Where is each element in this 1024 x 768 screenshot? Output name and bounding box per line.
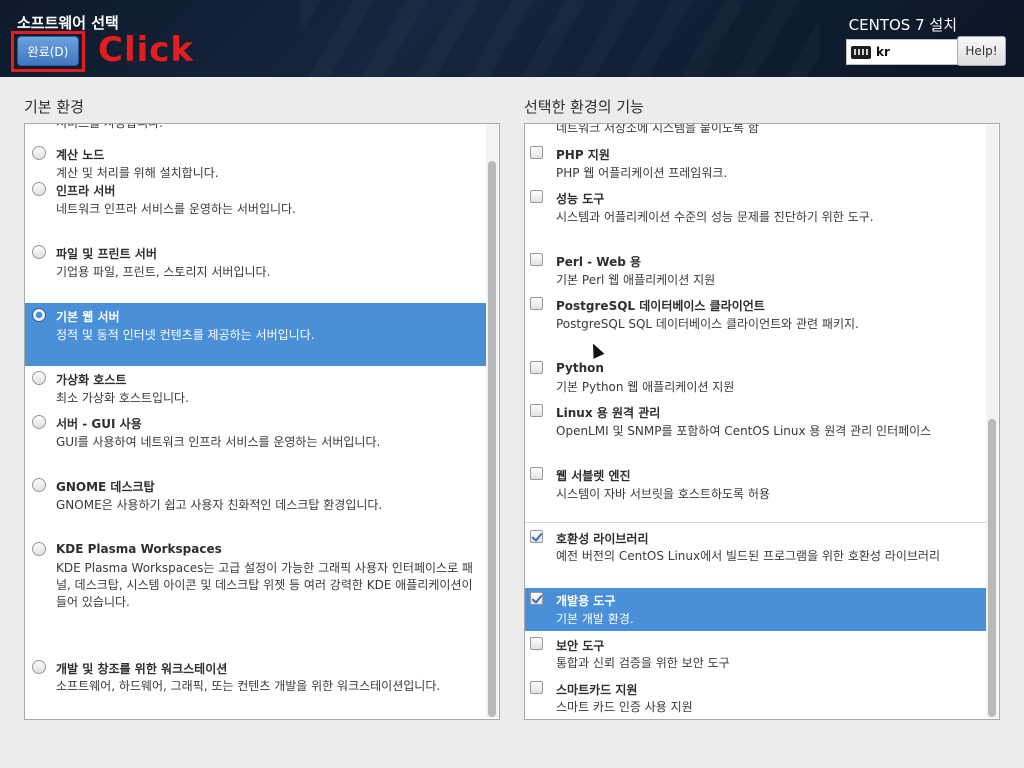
checkbox[interactable] <box>530 637 543 650</box>
radio-button[interactable] <box>32 415 46 429</box>
radio-button[interactable] <box>32 182 46 196</box>
addon-compat-libraries[interactable]: 호환성 라이브러리 예전 버전의 CentOS Linux에서 빌드된 프로그램… <box>525 528 987 588</box>
base-env-list[interactable]: 서비스를 사용합니다. 계산 노드 계산 및 처리를 위해 설치합니다. 인프라… <box>24 123 500 720</box>
env-item-infra-server[interactable]: 인프라 서버 네트워크 인프라 서비스를 운영하는 서버입니다. <box>25 180 487 243</box>
addon-dev-tools[interactable]: 개발용 도구 기본 개발 환경. <box>525 588 987 631</box>
radio-button[interactable] <box>32 542 46 556</box>
item-desc: 기본 개발 환경. <box>556 612 634 626</box>
item-desc: PHP 웹 어플리케이션 프레임워크. <box>556 166 728 180</box>
base-env-scrollbar[interactable] <box>486 125 498 718</box>
header-bar: 소프트웨어 선택 완료(D) Click CENTOS 7 설치 kr Help… <box>0 0 1024 77</box>
click-annotation: Click <box>98 30 195 70</box>
item-name: 파일 및 프린트 서버 <box>56 247 157 261</box>
item-name: 개발 및 창조를 위한 워크스테이션 <box>56 662 228 676</box>
addon-smartcard-support[interactable]: 스마트카드 지원 스마트 카드 인증 사용 지원 <box>525 680 987 719</box>
radio-button[interactable] <box>32 308 46 322</box>
item-name: 인프라 서버 <box>56 184 116 198</box>
item-desc: PostgreSQL SQL 데이터베이스 클라이언트와 관련 패키지. <box>556 317 859 331</box>
scrollbar-thumb[interactable] <box>488 161 496 717</box>
checkbox[interactable] <box>530 146 543 159</box>
item-desc: 시스템과 어플리케이션 수준의 성능 문제를 진단하기 위한 도구. <box>556 210 874 224</box>
env-item-file-print-server[interactable]: 파일 및 프린트 서버 기업용 파일, 프린트, 스토리지 서버입니다. <box>25 243 487 303</box>
addons-title: 선택한 환경의 기능 <box>524 98 644 116</box>
help-button[interactable]: Help! <box>957 36 1006 66</box>
checkbox[interactable] <box>530 404 543 417</box>
item-name: Python <box>556 361 604 375</box>
keyboard-layout-label: kr <box>876 45 890 59</box>
item-desc: 최소 가상화 호스트입니다. <box>56 391 189 405</box>
addons-list[interactable]: 네트워크 저장소에 시스템을 붙이도록 함 PHP 지원 PHP 웹 어플리케이… <box>524 123 1000 720</box>
radio-button[interactable] <box>32 146 46 160</box>
addon-php[interactable]: PHP 지원 PHP 웹 어플리케이션 프레임워크. <box>525 144 987 188</box>
checkbox[interactable] <box>530 297 543 310</box>
item-name: Perl - Web 용 <box>556 255 642 269</box>
item-name: 가상화 호스트 <box>56 373 127 387</box>
addons-scrollbar[interactable] <box>986 125 998 718</box>
item-desc: 기본 Perl 웹 애플리케이션 지원 <box>556 273 716 287</box>
item-desc: 시스템이 자바 서브릿을 호스트하도록 허용 <box>556 487 770 501</box>
install-title: CENTOS 7 설치 <box>848 16 957 34</box>
list-divider <box>525 522 987 523</box>
header-decoration <box>300 0 820 77</box>
addon-security-tools[interactable]: 보안 도구 통합과 신뢰 검증을 위한 보안 도구 <box>525 636 987 678</box>
checkbox-checked[interactable] <box>530 592 543 605</box>
item-name: 웹 서블렛 엔진 <box>556 469 631 483</box>
keyboard-icon <box>851 45 871 59</box>
checkbox[interactable] <box>530 253 543 266</box>
addon-python[interactable]: Python 기본 Python 웹 애플리케이션 지원 <box>525 358 987 402</box>
clipped-item-desc: 네트워크 저장소에 시스템을 붙이도록 함 <box>556 123 759 135</box>
item-desc: 기본 Python 웹 애플리케이션 지원 <box>556 380 735 394</box>
checkbox[interactable] <box>530 681 543 694</box>
addon-perl-web[interactable]: Perl - Web 용 기본 Perl 웹 애플리케이션 지원 <box>525 251 987 295</box>
checkbox-checked[interactable] <box>530 530 543 543</box>
item-name: GNOME 데스크탑 <box>56 480 155 494</box>
item-name: 보안 도구 <box>556 639 605 653</box>
item-name: PostgreSQL 데이터베이스 클라이언트 <box>556 299 765 313</box>
radio-button[interactable] <box>32 660 46 674</box>
addon-linux-remote-mgmt[interactable]: Linux 용 원격 관리 OpenLMI 및 SNMP를 포함하여 CentO… <box>525 402 987 465</box>
item-name: PHP 지원 <box>556 148 610 162</box>
scrollbar-thumb[interactable] <box>988 419 996 717</box>
item-name: 서버 - GUI 사용 <box>56 417 142 431</box>
done-button[interactable]: 완료(D) <box>17 36 79 66</box>
item-name: 기본 웹 서버 <box>56 310 120 324</box>
item-name: 성능 도구 <box>556 192 605 206</box>
radio-button[interactable] <box>32 478 46 492</box>
addon-web-servlet-engine[interactable]: 웹 서블렛 엔진 시스템이 자바 서브릿을 호스트하도록 허용 <box>525 465 987 521</box>
item-name: 스마트카드 지원 <box>556 683 638 697</box>
item-desc: 예전 버전의 CentOS Linux에서 빌드된 프로그램을 위한 호환성 라… <box>556 549 940 563</box>
item-desc: OpenLMI 및 SNMP를 포함하여 CentOS Linux 용 원격 관… <box>556 424 932 438</box>
item-name: Linux 용 원격 관리 <box>556 406 661 420</box>
item-desc: 스마트 카드 인증 사용 지원 <box>556 700 693 714</box>
base-env-title: 기본 환경 <box>24 98 84 116</box>
item-name: 개발용 도구 <box>556 594 616 608</box>
item-desc: 통합과 신뢰 검증을 위한 보안 도구 <box>556 656 730 670</box>
item-desc: GNOME은 사용하기 쉽고 사용자 친화적인 데스크탑 환경입니다. <box>56 498 383 512</box>
env-item-server-with-gui[interactable]: 서버 - GUI 사용 GUI를 사용하여 네트워크 인프라 서비스를 운영하는… <box>25 413 487 476</box>
item-desc: 기업용 파일, 프린트, 스토리지 서버입니다. <box>56 265 271 279</box>
item-desc: 정적 및 동적 인터넷 컨텐츠를 제공하는 서버입니다. <box>56 328 315 342</box>
item-desc: 소프트웨어, 하드웨어, 그래픽, 또는 컨텐츠 개발을 위한 워크스테이션입니… <box>56 679 441 693</box>
clipped-item-desc: 서비스를 사용합니다. <box>56 123 163 130</box>
checkbox[interactable] <box>530 467 543 480</box>
checkbox[interactable] <box>530 190 543 203</box>
checkbox[interactable] <box>530 361 543 374</box>
radio-button[interactable] <box>32 371 46 385</box>
addon-performance-tools[interactable]: 성능 도구 시스템과 어플리케이션 수준의 성능 문제를 진단하기 위한 도구. <box>525 188 987 251</box>
env-item-compute-node[interactable]: 계산 노드 계산 및 처리를 위해 설치합니다. <box>25 132 487 180</box>
radio-button[interactable] <box>32 245 46 259</box>
env-item-virtualization-host[interactable]: 가상화 호스트 최소 가상화 호스트입니다. <box>25 369 487 413</box>
item-desc: KDE Plasma Workspaces는 고급 설정이 가능한 그래픽 사용… <box>56 561 473 609</box>
keyboard-layout-indicator[interactable]: kr <box>846 39 958 65</box>
env-item-dev-workstation[interactable]: 개발 및 창조를 위한 워크스테이션 소프트웨어, 하드웨어, 그래픽, 또는 … <box>25 658 487 719</box>
env-item-basic-web-server[interactable]: 기본 웹 서버 정적 및 동적 인터넷 컨텐츠를 제공하는 서버입니다. <box>25 303 487 366</box>
env-item-gnome-desktop[interactable]: GNOME 데스크탑 GNOME은 사용하기 쉽고 사용자 친화적인 데스크탑 … <box>25 476 487 540</box>
item-name: KDE Plasma Workspaces <box>56 542 222 556</box>
item-desc: GUI를 사용하여 네트워크 인프라 서비스를 운영하는 서버입니다. <box>56 435 381 449</box>
env-item-kde-plasma[interactable]: KDE Plasma Workspaces KDE Plasma Workspa… <box>25 540 487 658</box>
item-desc: 네트워크 인프라 서비스를 운영하는 서버입니다. <box>56 202 296 216</box>
item-name: 호환성 라이브러리 <box>556 532 649 546</box>
item-name: 계산 노드 <box>56 148 105 162</box>
